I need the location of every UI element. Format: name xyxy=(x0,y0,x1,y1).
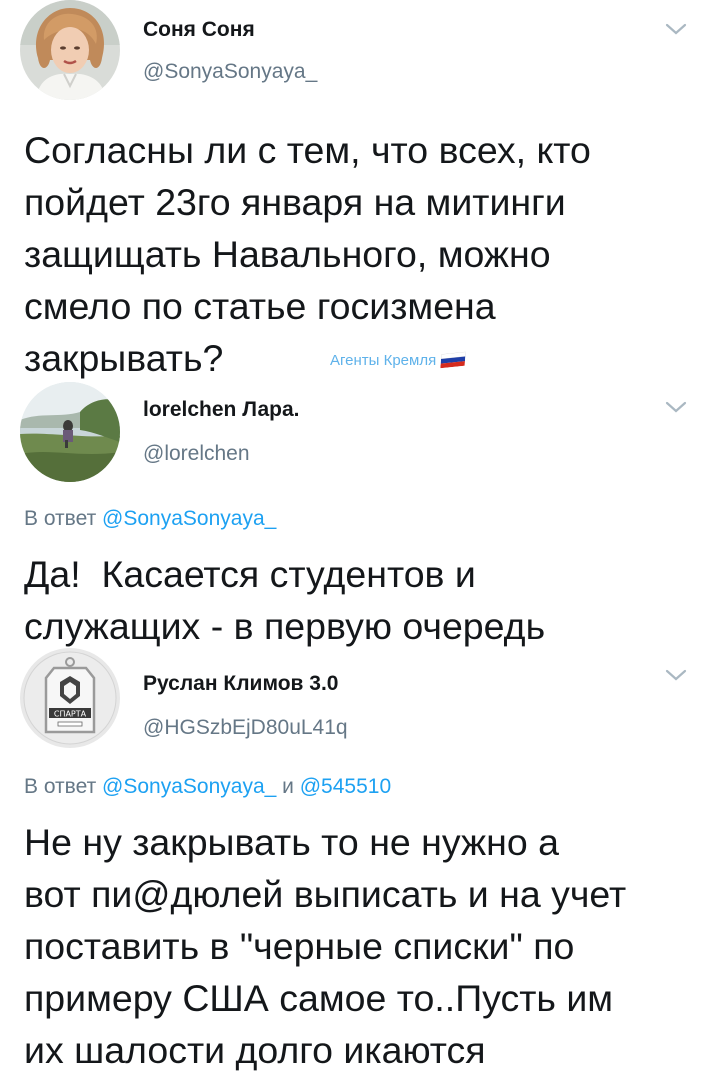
tweet-text-line: их шалости долго икаются xyxy=(24,1029,486,1071)
user-handle[interactable]: @HGSzbEjD80uL41q xyxy=(143,716,348,740)
display-name[interactable]: Руслан Климов 3.0 xyxy=(143,672,338,696)
watermark: Агенты Кремля xyxy=(330,351,466,369)
tweet-text: Не ну закрывать то не нужно а вот пи@дюл… xyxy=(24,816,674,1076)
tweet-text: Согласны ли с тем, что всех, кто пойдет … xyxy=(24,124,674,384)
tweet-text-line: служащих - в первую очередь xyxy=(24,605,546,647)
tweet-ruslan[interactable]: СПАРТА Руслан Климов 3.0 @HGSzbEjD80uL41… xyxy=(0,648,708,1080)
tweet-text-line: защищать Навального, можно xyxy=(24,233,551,275)
reply-mention[interactable]: @545510 xyxy=(300,775,391,798)
tweet-text-line: смело по статье госизмена xyxy=(24,285,496,327)
reply-mention[interactable]: @SonyaSonyaya_ xyxy=(102,775,276,798)
russian-flag-icon xyxy=(440,351,466,369)
tweet-text-line: пойдет 23го января на митинги xyxy=(24,181,566,223)
display-name[interactable]: Соня Соня xyxy=(143,18,255,42)
reply-prefix: В ответ xyxy=(24,507,97,530)
tweet-text-line: Согласны ли с тем, что всех, кто xyxy=(24,129,591,171)
tweet-sonya[interactable]: Соня Соня @SonyaSonyaya_ Согласны ли с т… xyxy=(0,0,708,380)
reply-prefix: В ответ xyxy=(24,775,97,798)
avatar[interactable] xyxy=(20,382,120,482)
reply-to: В ответ @SonyaSonyaya_ xyxy=(24,507,276,531)
tweet-text-line: примеру США самое то..Пусть им xyxy=(24,977,614,1019)
chevron-down-icon[interactable] xyxy=(664,398,688,416)
tweet-text-line: вот пи@дюлей выписать и на учет xyxy=(24,873,627,915)
tweet-text: Да! Касается студентов и служащих - в пе… xyxy=(24,548,674,652)
reply-mention[interactable]: @SonyaSonyaya_ xyxy=(102,507,276,530)
chevron-down-icon[interactable] xyxy=(664,20,688,38)
avatar[interactable]: СПАРТА xyxy=(20,648,120,748)
reply-to: В ответ @SonyaSonyaya_ и @545510 xyxy=(24,775,391,799)
landscape-photo-icon xyxy=(20,382,120,482)
tweet-text-line: Да! Касается студентов и xyxy=(24,553,476,595)
watermark-text: Агенты Кремля xyxy=(330,352,437,369)
tweet-lorelchen[interactable]: lorelchen Лара. @lorelchen В ответ @Sony… xyxy=(0,382,708,647)
tweet-text-line: Не ну закрывать то не нужно а xyxy=(24,821,559,863)
user-handle[interactable]: @SonyaSonyaya_ xyxy=(143,60,317,84)
avatar[interactable] xyxy=(20,0,120,100)
spartak-tag-icon: СПАРТА xyxy=(20,648,120,748)
woman-portrait-icon xyxy=(20,0,120,100)
user-handle[interactable]: @lorelchen xyxy=(143,442,250,466)
avatar-tag-text: СПАРТА xyxy=(54,710,87,719)
display-name[interactable]: lorelchen Лара. xyxy=(143,398,299,422)
chevron-down-icon[interactable] xyxy=(664,666,688,684)
tweet-text-line: поставить в "черные списки" по xyxy=(24,925,575,967)
reply-joiner: и xyxy=(282,775,294,798)
